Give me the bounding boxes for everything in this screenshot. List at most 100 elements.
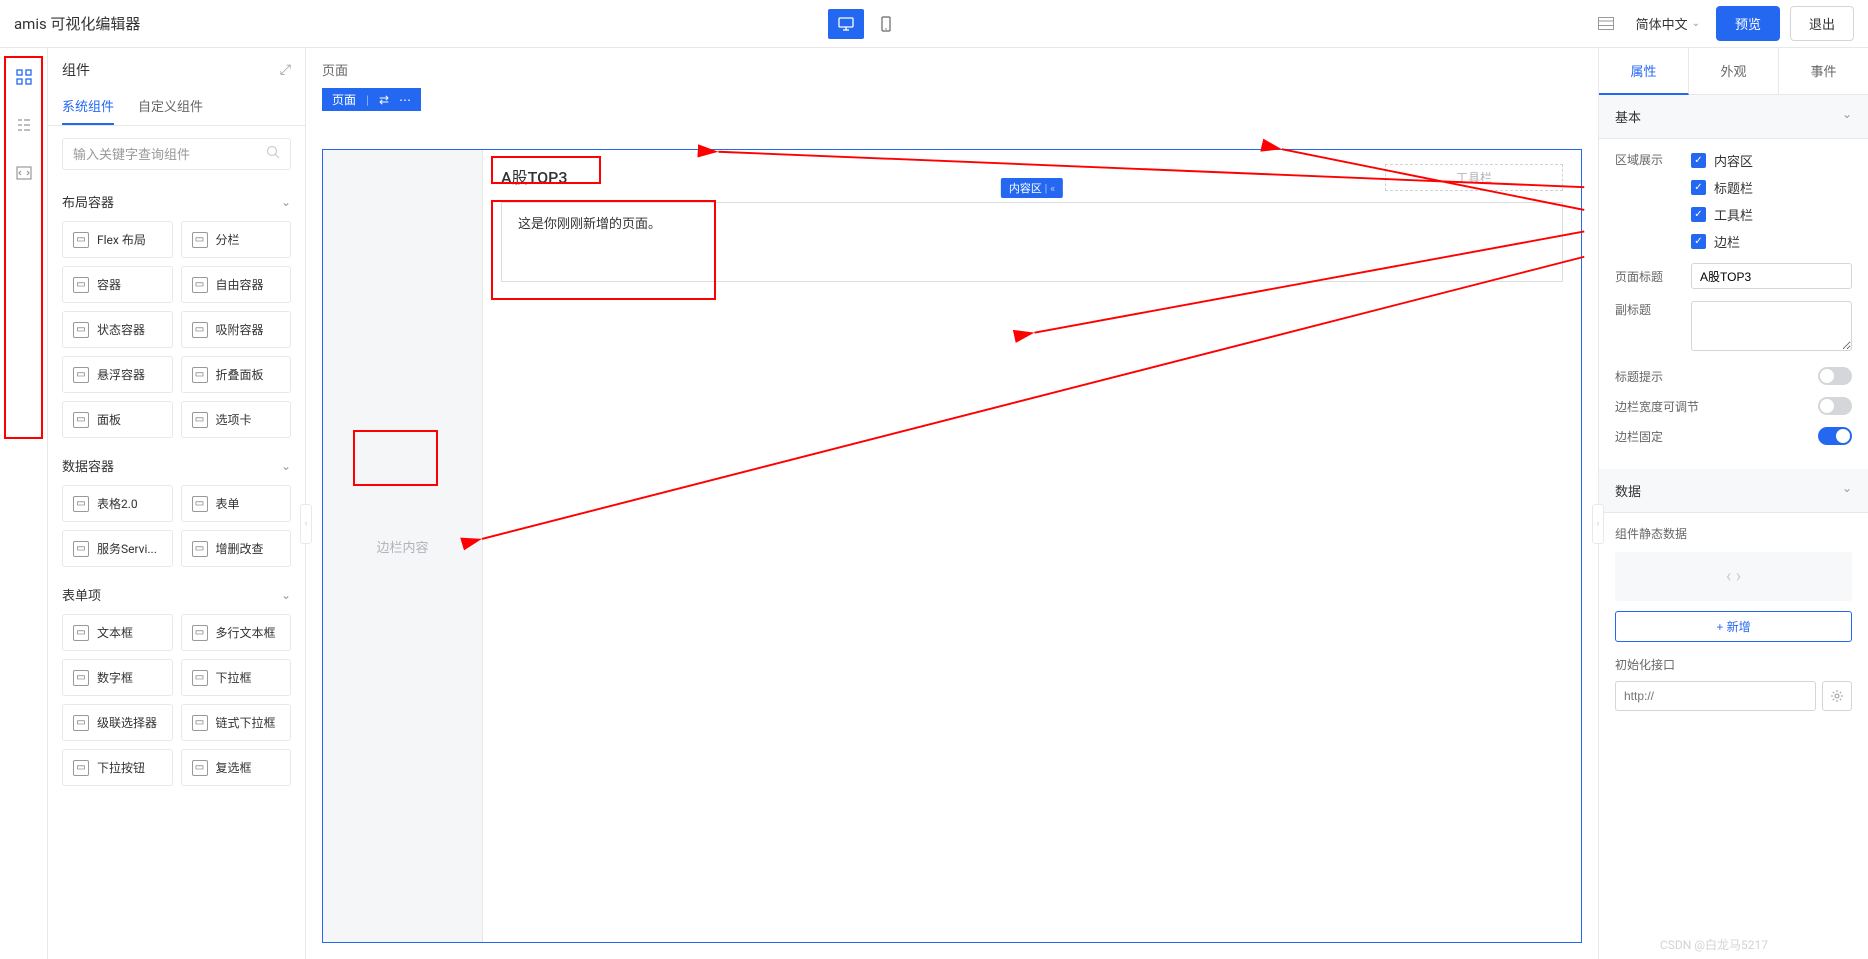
page-title-input[interactable]	[1691, 263, 1852, 289]
component-item[interactable]: ▭级联选择器	[62, 704, 173, 741]
code-nav[interactable]	[13, 162, 35, 184]
component-item[interactable]: ▭自由容器	[181, 266, 292, 303]
component-item[interactable]: ▭ 文本框	[62, 614, 173, 651]
component-icon: ▭	[192, 715, 208, 731]
exit-button[interactable]: 退出	[1790, 6, 1854, 41]
title-hint-switch[interactable]	[1818, 367, 1852, 385]
component-item[interactable]: ▭链式下拉框	[181, 704, 292, 741]
mobile-view-button[interactable]	[868, 9, 904, 39]
component-item[interactable]: ▭悬浮容器	[62, 356, 173, 393]
section-data[interactable]: 数据 ⌄	[1599, 469, 1868, 513]
component-item[interactable]: ▭表单	[181, 485, 292, 522]
component-item[interactable]: ▭折叠面板	[181, 356, 292, 393]
desktop-icon	[838, 17, 854, 31]
toolbar-region[interactable]: 工具栏	[1385, 164, 1563, 191]
check-titlebar[interactable]: ✓标题栏	[1691, 178, 1852, 197]
right-drag-handle[interactable]: ›	[1592, 504, 1604, 544]
gear-icon	[1830, 689, 1844, 703]
tab-custom[interactable]: 自定义组件	[138, 88, 203, 125]
component-icon: ▭	[73, 412, 89, 428]
component-item[interactable]: ▭选项卡	[181, 401, 292, 438]
chevron-down-icon: ⌄	[1842, 481, 1852, 500]
section-layout: 布局容器 ⌄ ▭Flex 布局▭分栏▭容器▭自由容器▭状态容器▭吸附容器▭悬浮容…	[48, 182, 305, 438]
component-item[interactable]: ▭Flex 布局	[62, 221, 173, 258]
section-form: 表单项 ⌄ ▭文本框▭多行文本框▭数字框▭下拉框▭级联选择器▭链式下拉框▭下拉按…	[48, 575, 305, 786]
component-item[interactable]: ▭分栏	[181, 221, 292, 258]
search-box[interactable]	[62, 138, 291, 170]
component-item[interactable]: ▭ 容器	[62, 266, 173, 303]
component-icon: ▭	[73, 670, 89, 686]
language-selector[interactable]: 简体中文 ⌄	[1630, 14, 1706, 33]
page-main-region[interactable]: A股TOP3 工具栏 内容区 | « 这是你刚刚新增的页面。	[483, 150, 1581, 942]
app-title: amis 可视化编辑器	[14, 13, 140, 34]
component-label: 容器	[97, 276, 121, 293]
tab-style[interactable]: 外观	[1689, 48, 1779, 94]
label-sidebar-fixed: 边栏固定	[1615, 428, 1691, 445]
tab-event[interactable]: 事件	[1779, 48, 1868, 94]
component-item[interactable]: ▭增删改查	[181, 530, 292, 567]
page-sidebar-region[interactable]: 边栏内容	[323, 150, 483, 942]
component-icon: ▭	[73, 277, 89, 293]
section-basic[interactable]: 基本 ⌄	[1599, 95, 1868, 139]
panel-title: 组件	[62, 60, 90, 80]
left-drag-handle[interactable]: ‹	[300, 504, 312, 544]
check-sidebar[interactable]: ✓边栏	[1691, 232, 1852, 251]
grid-icon	[16, 69, 32, 85]
check-toolbar[interactable]: ✓工具栏	[1691, 205, 1852, 224]
component-item[interactable]: ▭下拉框	[181, 659, 292, 696]
device-switcher	[140, 9, 1591, 39]
component-item[interactable]: ▭ 表格2.0	[62, 485, 173, 522]
area-checklist: ✓内容区 ✓标题栏 ✓工具栏 ✓边栏	[1691, 151, 1852, 251]
subtitle-input[interactable]	[1691, 301, 1852, 351]
component-label: 下拉按钮	[97, 759, 145, 776]
api-input[interactable]	[1615, 681, 1816, 711]
component-item[interactable]: ▭下拉按钮	[62, 749, 173, 786]
more-icon[interactable]: ⋯	[399, 93, 411, 107]
desktop-view-button[interactable]	[828, 9, 864, 39]
grid-icon-button[interactable]	[1592, 10, 1620, 38]
component-label: 表格2.0	[97, 495, 138, 512]
component-item[interactable]: ▭多行文本框	[181, 614, 292, 651]
component-item[interactable]: ▭服务Servi...	[62, 530, 173, 567]
component-icon: ▭	[73, 496, 89, 512]
search-input[interactable]	[73, 147, 266, 162]
pin-icon[interactable]: ⤢	[280, 62, 291, 78]
component-item[interactable]: ▭复选框	[181, 749, 292, 786]
tab-system[interactable]: 系统组件	[62, 88, 114, 125]
components-nav[interactable]	[13, 66, 35, 88]
section-header-layout[interactable]: 布局容器 ⌄	[62, 182, 291, 221]
outline-nav[interactable]	[13, 114, 35, 136]
component-label: 状态容器	[97, 321, 145, 338]
preview-button[interactable]: 预览	[1716, 6, 1780, 41]
checkbox-icon: ✓	[1691, 207, 1706, 222]
component-item[interactable]: ▭状态容器	[62, 311, 173, 348]
component-item[interactable]: ▭吸附容器	[181, 311, 292, 348]
label-title-hint: 标题提示	[1615, 368, 1691, 385]
page-body[interactable]: 这是你刚刚新增的页面。	[501, 202, 1563, 282]
component-item[interactable]: ▭数字框	[62, 659, 173, 696]
component-item[interactable]: ▭面板	[62, 401, 173, 438]
list-icon	[16, 117, 32, 133]
sidebar-fixed-switch[interactable]	[1818, 427, 1852, 445]
component-icon: ▭	[73, 625, 89, 641]
component-icon: ▭	[73, 232, 89, 248]
components-panel: 组件 ⤢ 系统组件 自定义组件 布局容器 ⌄ ▭Flex 布局▭分栏 ▭ 容器 ▭自由…	[48, 48, 306, 959]
section-header-data[interactable]: 数据容器 ⌄	[62, 446, 291, 485]
component-label: 文本框	[97, 624, 133, 641]
data-editor[interactable]: ‹ ›	[1615, 552, 1852, 601]
sidebar-placeholder: 边栏内容	[376, 537, 428, 556]
label-init-api: 初始化接口	[1615, 656, 1852, 673]
sidebar-resize-switch[interactable]	[1818, 397, 1852, 415]
chevron-down-icon: ⌄	[1842, 107, 1852, 126]
check-content[interactable]: ✓内容区	[1691, 151, 1852, 170]
tab-props[interactable]: 属性	[1599, 48, 1689, 95]
api-config-button[interactable]	[1822, 681, 1852, 711]
component-label: 服务Servi...	[97, 540, 157, 557]
section-header-form[interactable]: 表单项 ⌄	[62, 575, 291, 614]
add-data-button[interactable]: + 新增	[1615, 611, 1852, 642]
label-static-data: 组件静态数据	[1615, 525, 1852, 542]
tree-icon[interactable]: ⇄	[379, 93, 389, 107]
component-label: 吸附容器	[216, 321, 264, 338]
code-icon	[16, 165, 32, 181]
page-canvas[interactable]: 边栏内容 A股TOP3 工具栏 内容区 | « 这是你刚刚新增的页面。	[322, 149, 1582, 943]
